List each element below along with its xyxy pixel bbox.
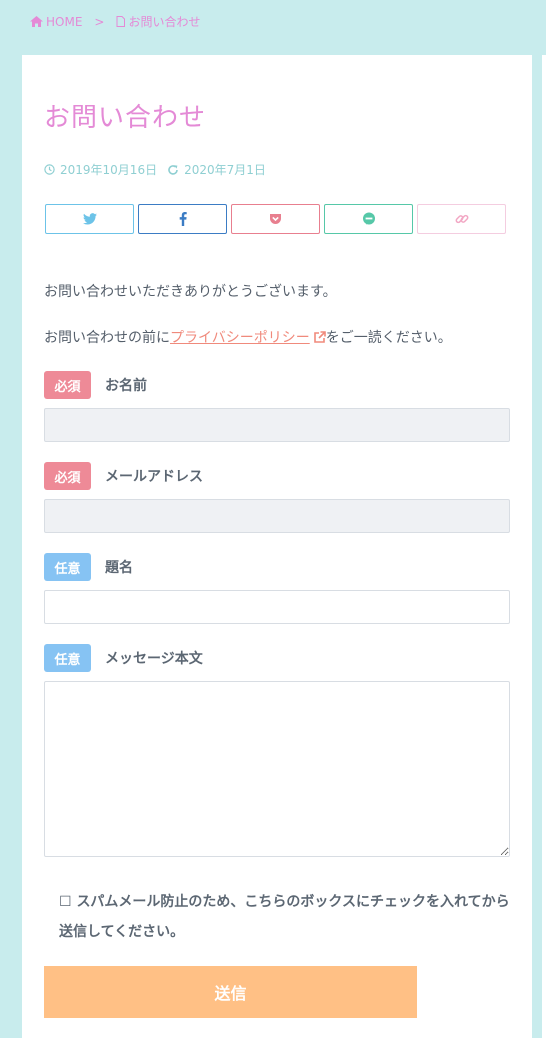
share-copy-link-button[interactable] xyxy=(417,204,506,234)
privacy-policy-link-text: プライバシーポリシー xyxy=(170,330,310,346)
breadcrumb-separator: > xyxy=(94,14,105,29)
share-line-button[interactable] xyxy=(324,204,413,234)
subject-label-text: 題名 xyxy=(105,560,133,576)
next-card-edge xyxy=(542,55,546,1038)
optional-badge: 任意 xyxy=(44,553,91,581)
published-date-text: 2019年10月16日 xyxy=(60,163,158,177)
post-dates: 2019年10月16日 2020年7月1日 xyxy=(44,161,266,178)
breadcrumb-home-label: HOME xyxy=(46,14,83,29)
share-twitter-button[interactable] xyxy=(45,204,134,234)
article-card: お問い合わせ 2019年10月16日 2020年7月1日 お問い合わせいただきあ… xyxy=(22,55,532,1038)
privacy-policy-link[interactable]: プライバシーポリシー xyxy=(170,327,326,347)
facebook-icon xyxy=(179,212,187,226)
share-buttons xyxy=(45,204,506,234)
line-icon xyxy=(362,212,375,225)
thanks-message: お問い合わせいただきありがとうございます。 xyxy=(44,284,337,300)
subject-input[interactable] xyxy=(44,590,510,624)
privacy-prefix: お問い合わせの前に xyxy=(44,330,170,346)
message-label-text: メッセージ本文 xyxy=(105,651,203,667)
page-title: お問い合わせ xyxy=(44,103,207,133)
message-textarea[interactable] xyxy=(44,681,510,857)
optional-badge: 任意 xyxy=(44,644,91,672)
submit-button[interactable]: 送信 xyxy=(44,966,417,1018)
spam-check-label[interactable]: ☐ スパムメール防止のため、こちらのボックスにチェックを入れてから送信してくださ… xyxy=(59,887,519,947)
privacy-suffix: をご一読ください。 xyxy=(325,330,452,346)
published-date: 2019年10月16日 xyxy=(44,161,157,178)
subject-field-label: 任意 題名 xyxy=(44,553,133,581)
checkbox-icon[interactable]: ☐ xyxy=(59,894,72,910)
required-badge: 必須 xyxy=(44,371,91,399)
pocket-icon xyxy=(270,214,281,224)
updated-date: 2020年7月1日 xyxy=(167,161,266,178)
required-badge: 必須 xyxy=(44,462,91,490)
share-pocket-button[interactable] xyxy=(231,204,320,234)
name-input[interactable] xyxy=(44,408,510,442)
message-field-label: 任意 メッセージ本文 xyxy=(44,644,203,672)
name-field-label: 必須 お名前 xyxy=(44,371,147,399)
breadcrumb: HOME > お問い合わせ xyxy=(30,13,200,30)
email-input[interactable] xyxy=(44,499,510,533)
privacy-notice: お問い合わせの前に プライバシーポリシー をご一読ください。 xyxy=(44,327,452,347)
refresh-icon xyxy=(168,164,178,175)
clock-icon xyxy=(44,164,55,175)
breadcrumb-home-link[interactable]: HOME xyxy=(30,15,82,29)
spam-check-text: スパムメール防止のため、こちらのボックスにチェックを入れてから送信してください。 xyxy=(59,894,510,940)
share-facebook-button[interactable] xyxy=(138,204,227,234)
external-link-icon xyxy=(313,330,326,343)
home-icon xyxy=(30,16,43,27)
breadcrumb-current: お問い合わせ xyxy=(116,13,200,30)
twitter-icon xyxy=(82,213,97,225)
updated-date-text: 2020年7月1日 xyxy=(184,163,266,177)
link-icon xyxy=(455,214,468,224)
breadcrumb-current-label: お問い合わせ xyxy=(128,15,201,29)
name-label-text: お名前 xyxy=(105,378,147,394)
email-field-label: 必須 メールアドレス xyxy=(44,462,203,490)
page-icon xyxy=(116,16,126,27)
email-label-text: メールアドレス xyxy=(105,469,203,485)
